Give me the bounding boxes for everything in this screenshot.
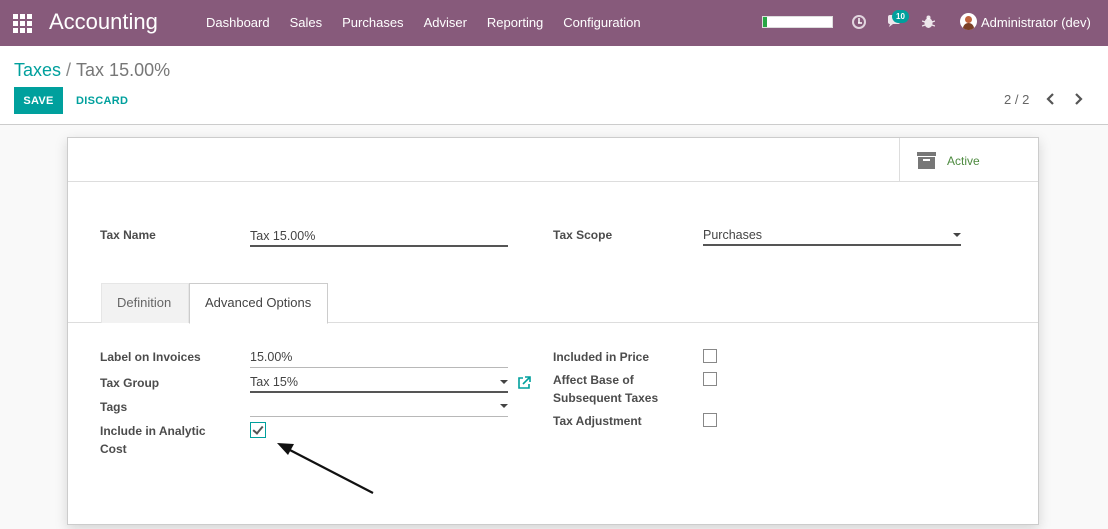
user-avatar[interactable] [960,13,977,30]
activity-clock-icon[interactable] [852,15,866,29]
tax-scope-value: Purchases [703,228,763,242]
onboarding-progress-bar[interactable] [762,16,833,28]
breadcrumb-separator: / [66,60,72,80]
tax-name-label: Tax Name [100,228,156,242]
menu-item-configuration[interactable]: Configuration [553,0,650,46]
control-panel: Taxes / Tax 15.00% SAVE DISCARD 2 / 2 [0,46,1108,125]
archive-icon [917,152,936,169]
menu-item-sales[interactable]: Sales [280,0,333,46]
tax-group-value: Tax 15% [250,375,298,389]
user-menu[interactable]: Administrator (dev) [981,15,1091,30]
active-label: Active [947,154,980,168]
tax-scope-label: Tax Scope [553,228,613,242]
tax-adjustment-label: Tax Adjustment [553,414,642,428]
menu-item-adviser[interactable]: Adviser [414,0,477,46]
pager-next-icon[interactable] [1070,91,1086,107]
pager-value: 2 / 2 [1004,92,1030,107]
save-button[interactable]: SAVE [14,87,63,114]
top-navbar: Accounting Dashboard Sales Purchases Adv… [0,0,1108,46]
button-box: Active [68,138,1038,182]
external-link-icon[interactable] [517,376,531,390]
affect-base-label-line-2: Subsequent Taxes [553,391,659,405]
tax-group-label: Tax Group [100,376,160,390]
breadcrumb: Taxes / Tax 15.00% [14,60,170,81]
app-title: Accounting [49,9,158,34]
menu-item-purchases[interactable]: Purchases [332,0,413,46]
notebook-tabs: Definition Advanced Options [68,283,1038,324]
label-on-invoices-label: Label on Invoices [100,350,201,364]
main-menu: Dashboard Sales Purchases Adviser Report… [196,0,651,46]
chat-count-badge: 10 [892,10,909,23]
tab-definition[interactable]: Definition [101,283,189,323]
debug-bug-icon[interactable] [922,14,935,30]
progress-fill [763,17,768,27]
tax-group-select[interactable]: Tax 15% [250,373,508,393]
menu-item-reporting[interactable]: Reporting [477,0,553,46]
breadcrumb-current: Tax 15.00% [76,60,171,80]
checkmark-icon [252,423,264,435]
form-sheet: Active Tax Name Tax 15.00% Tax Scope Pur… [67,137,1039,525]
affect-base-label-line-1: Affect Base of [553,373,634,387]
tags-dropdown-icon [500,404,508,408]
annotation-arrow-icon [277,443,374,494]
included-in-price-checkbox[interactable] [703,349,717,363]
tax-adjustment-checkbox[interactable] [703,413,717,427]
include-analytic-label-line-1: Include in Analytic [100,424,206,438]
affect-base-checkbox[interactable] [703,372,717,386]
tax-name-input[interactable]: Tax 15.00% [250,227,508,247]
active-toggle-button[interactable]: Active [899,138,1038,181]
discard-button[interactable]: DISCARD [68,87,136,114]
breadcrumb-taxes-link[interactable]: Taxes [14,60,61,80]
label-on-invoices-input[interactable]: 15.00% [250,348,508,368]
include-analytic-checkbox[interactable] [250,422,266,438]
affect-base-label: Affect Base of Subsequent Taxes [553,371,658,407]
tax-group-dropdown-icon [500,380,508,384]
include-analytic-label: Include in Analytic Cost [100,422,206,458]
included-in-price-label: Included in Price [553,350,650,364]
tags-label: Tags [100,400,128,414]
apps-menu-icon[interactable] [13,14,32,33]
tax-scope-select[interactable]: Purchases [703,226,961,246]
pager-previous-icon[interactable] [1043,91,1059,107]
include-analytic-label-line-2: Cost [100,442,127,456]
tags-input[interactable] [250,397,508,417]
tax-scope-dropdown-icon [953,233,961,237]
menu-item-dashboard[interactable]: Dashboard [196,0,280,46]
tab-advanced-options[interactable]: Advanced Options [189,283,328,324]
